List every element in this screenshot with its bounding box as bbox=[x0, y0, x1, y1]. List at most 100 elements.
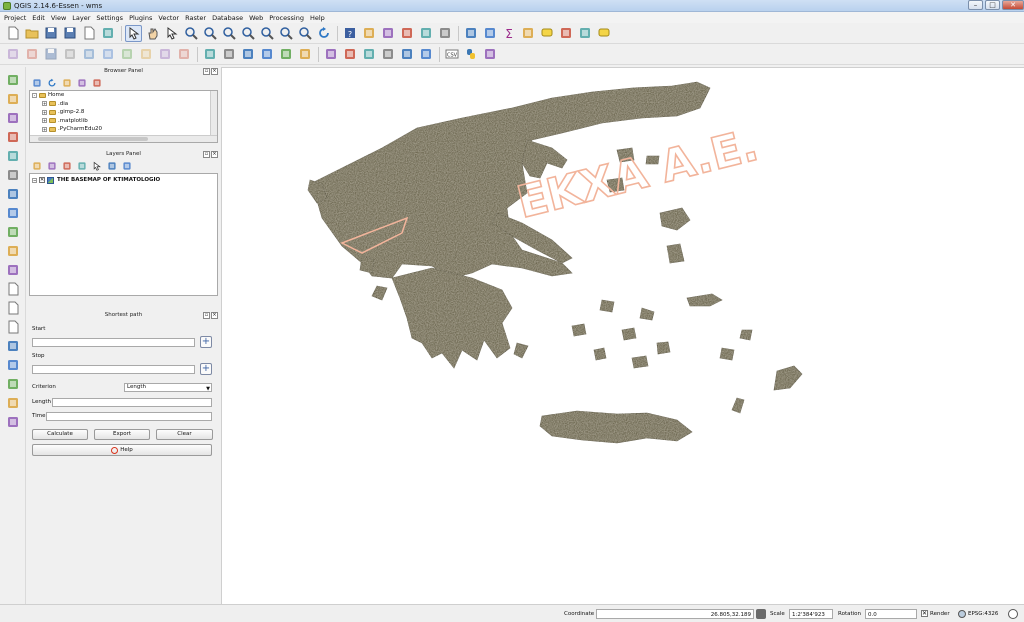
statistics-icon[interactable]: Σ bbox=[500, 25, 517, 42]
deselect-icon[interactable] bbox=[436, 25, 453, 42]
layers-tree[interactable]: − ✕ THE BASEMAP OF KTIMATOLOGIO bbox=[29, 173, 218, 296]
close-panel-button[interactable]: × bbox=[211, 312, 218, 319]
label-icon[interactable] bbox=[201, 46, 218, 63]
copy-features-icon[interactable] bbox=[156, 46, 173, 63]
float-panel-button[interactable]: ▫ bbox=[203, 312, 210, 319]
remove-layer-icon[interactable] bbox=[121, 160, 133, 172]
float-panel-button[interactable]: ▫ bbox=[203, 151, 210, 158]
crs-globe-icon[interactable] bbox=[958, 610, 966, 618]
rotate-label-icon[interactable] bbox=[277, 46, 294, 63]
maximize-button[interactable]: □ bbox=[985, 0, 1000, 10]
field-calculator-icon[interactable] bbox=[481, 25, 498, 42]
menu-layer[interactable]: Layer bbox=[72, 14, 90, 22]
menu-settings[interactable]: Settings bbox=[96, 14, 123, 22]
collapse-all-layers-icon[interactable] bbox=[106, 160, 118, 172]
close-button[interactable]: ✕ bbox=[1002, 0, 1024, 10]
close-panel-button[interactable]: × bbox=[211, 151, 218, 158]
python-console-icon[interactable] bbox=[462, 46, 479, 63]
add-wfs-icon[interactable] bbox=[379, 46, 396, 63]
mssql-icon[interactable] bbox=[417, 46, 434, 63]
pan-to-selection-icon[interactable] bbox=[163, 25, 180, 42]
zoom-to-layer-icon[interactable] bbox=[258, 25, 275, 42]
clear-button[interactable]: Clear bbox=[156, 429, 213, 440]
add-group-icon[interactable] bbox=[46, 160, 58, 172]
filter-legend-icon[interactable] bbox=[61, 160, 73, 172]
browser-item[interactable]: + .PyCharmEdu20 bbox=[30, 125, 217, 134]
map-tips-icon[interactable] bbox=[538, 25, 555, 42]
properties-icon[interactable] bbox=[91, 77, 103, 89]
expand-toggle[interactable]: + bbox=[42, 126, 47, 132]
add-vector-icon[interactable] bbox=[322, 46, 339, 63]
scale-select[interactable]: 1:2'384'923 bbox=[789, 609, 833, 619]
toggle-editing-icon[interactable] bbox=[23, 46, 40, 63]
add-spatialite-icon[interactable] bbox=[4, 128, 21, 145]
road-graph-icon[interactable] bbox=[4, 413, 21, 430]
georeferencer-icon[interactable] bbox=[4, 356, 21, 373]
topology-checker-icon[interactable] bbox=[4, 394, 21, 411]
pan-icon[interactable] bbox=[125, 24, 142, 42]
show-bookmarks-icon[interactable] bbox=[576, 25, 593, 42]
add-virtual-layer-icon[interactable] bbox=[4, 261, 21, 278]
add-delimited-text-icon[interactable] bbox=[4, 242, 21, 259]
browser-item[interactable]: + .dia bbox=[30, 100, 217, 109]
pan-hand-icon[interactable] bbox=[144, 25, 161, 42]
menu-view[interactable]: View bbox=[51, 14, 66, 22]
save-project-icon[interactable] bbox=[42, 25, 59, 42]
browser-item[interactable]: + .gimp-2.8 bbox=[30, 108, 217, 117]
refresh-icon[interactable] bbox=[315, 25, 332, 42]
menu-help[interactable]: Help bbox=[310, 14, 325, 22]
open-project-icon[interactable] bbox=[23, 25, 40, 42]
zoom-to-selection-icon[interactable] bbox=[239, 25, 256, 42]
add-feature-icon[interactable] bbox=[61, 46, 78, 63]
browser-item[interactable]: - Home bbox=[30, 91, 217, 100]
expand-toggle[interactable]: − bbox=[32, 177, 37, 183]
current-edits-icon[interactable] bbox=[4, 46, 21, 63]
layer-visibility-checkbox[interactable]: ✕ bbox=[39, 177, 45, 183]
menu-database[interactable]: Database bbox=[212, 14, 243, 22]
time-value-field[interactable] bbox=[46, 411, 212, 421]
change-label-icon[interactable] bbox=[296, 46, 313, 63]
zoom-next-icon[interactable] bbox=[296, 25, 313, 42]
start-point-field[interactable] bbox=[32, 337, 195, 347]
zoom-last-icon[interactable] bbox=[277, 25, 294, 42]
criterion-select[interactable]: Length ▼ bbox=[124, 382, 212, 392]
add-wms-layer-icon[interactable] bbox=[4, 185, 21, 202]
zoom-full-icon[interactable] bbox=[220, 25, 237, 42]
digitize-point-icon[interactable] bbox=[4, 337, 21, 354]
menu-processing[interactable]: Processing bbox=[269, 14, 304, 22]
add-wcs-layer-icon[interactable] bbox=[4, 204, 21, 221]
collapse-all-icon[interactable] bbox=[76, 77, 88, 89]
show-hide-labels-icon[interactable] bbox=[239, 46, 256, 63]
cut-features-icon[interactable] bbox=[137, 46, 154, 63]
identify-icon[interactable] bbox=[360, 25, 377, 42]
capture-stop-point-button[interactable]: + bbox=[200, 363, 212, 375]
minimize-button[interactable]: – bbox=[968, 0, 983, 10]
expand-toggle[interactable]: + bbox=[42, 101, 47, 107]
zoom-in-icon[interactable] bbox=[182, 25, 199, 42]
map-canvas[interactable]: EKXA A.E. bbox=[221, 67, 1024, 604]
crs-label[interactable]: EPSG:4326 bbox=[968, 609, 998, 619]
help-icon[interactable]: ? bbox=[341, 25, 358, 42]
zoom-out-icon[interactable] bbox=[201, 25, 218, 42]
add-oracle-icon[interactable] bbox=[4, 166, 21, 183]
composer-manager-icon[interactable] bbox=[99, 25, 116, 42]
float-panel-button[interactable]: ▫ bbox=[203, 68, 210, 75]
attribute-table-icon[interactable] bbox=[462, 25, 479, 42]
gps-tools-icon[interactable] bbox=[4, 375, 21, 392]
filter-browser-icon[interactable] bbox=[61, 77, 73, 89]
add-mssql-icon[interactable] bbox=[4, 147, 21, 164]
menu-project[interactable]: Project bbox=[4, 14, 26, 22]
run-action-icon[interactable] bbox=[379, 25, 396, 42]
calculate-button[interactable]: Calculate bbox=[32, 429, 88, 440]
expand-toggle[interactable]: + bbox=[42, 109, 47, 115]
add-vector-layer-icon[interactable] bbox=[4, 71, 21, 88]
node-tool-icon[interactable] bbox=[99, 46, 116, 63]
select-icon[interactable] bbox=[398, 25, 415, 42]
menu-edit[interactable]: Edit bbox=[32, 14, 45, 22]
filter-expression-icon[interactable] bbox=[76, 160, 88, 172]
add-wms-icon[interactable] bbox=[360, 46, 377, 63]
browser-tree[interactable]: - Home + .dia + .gimp-2.8 + .matplotlib + .PyChar… bbox=[29, 90, 218, 143]
menu-raster[interactable]: Raster bbox=[185, 14, 206, 22]
extents-toggle-icon[interactable] bbox=[756, 609, 766, 619]
add-raster-layer-icon[interactable] bbox=[4, 90, 21, 107]
